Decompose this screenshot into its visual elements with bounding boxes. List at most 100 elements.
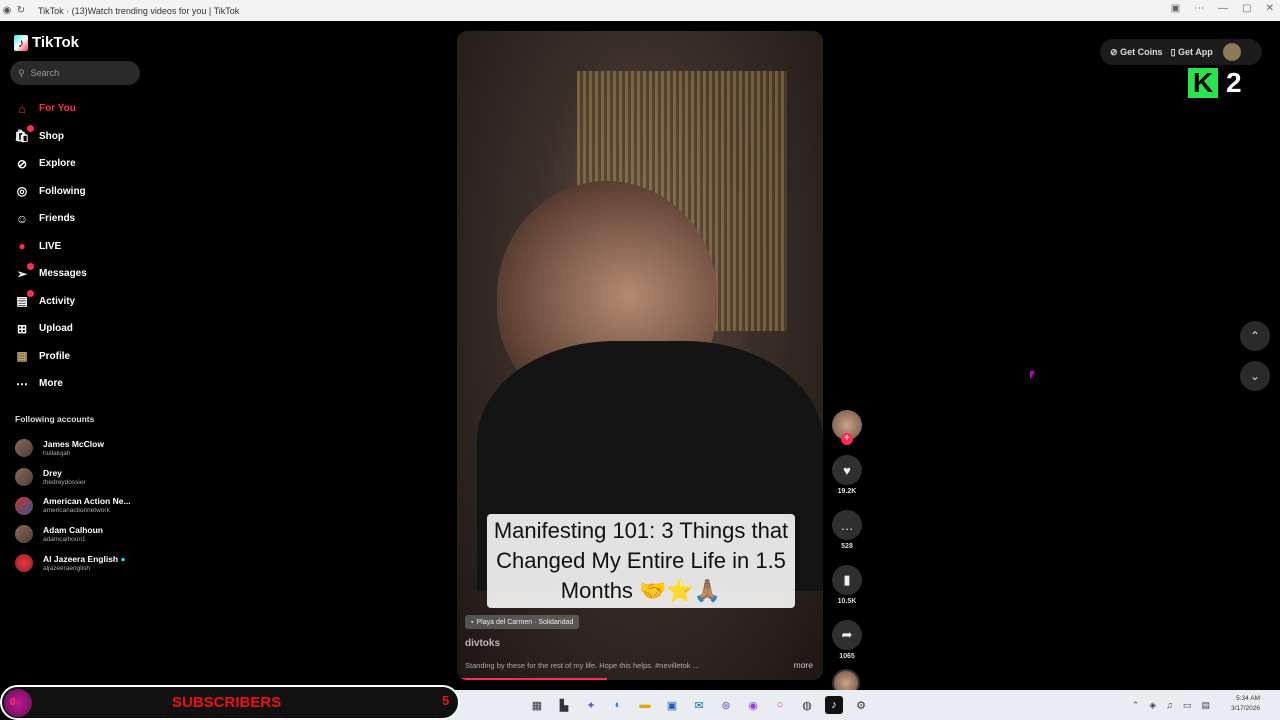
account-name: Drey	[43, 467, 62, 478]
video-author[interactable]: divtoks	[465, 638, 500, 649]
following-avatar-icon: ◎	[16, 184, 28, 199]
share-action[interactable]: ➦ 1065	[832, 620, 862, 660]
verified-icon: ●	[120, 553, 126, 564]
following-account[interactable]: American Action Ne... americanactionnetwo…	[15, 491, 131, 520]
nav-label: Profile	[39, 350, 71, 362]
widgets-icon[interactable]: ▦	[528, 696, 546, 714]
store-icon[interactable]: ▣	[663, 696, 681, 714]
more-link[interactable]: more	[794, 660, 813, 670]
nav-label: Shop	[39, 130, 64, 142]
location-pin-icon: ▪	[471, 618, 474, 626]
comment-icon[interactable]: …	[832, 510, 862, 540]
get-coins-button[interactable]: ⊘ Get Coins	[1110, 47, 1163, 58]
nav-item-explore[interactable]: ⊘ Explore	[14, 150, 87, 178]
nav-item-following[interactable]: ◎ Following	[14, 178, 87, 206]
avatar	[15, 554, 33, 573]
chevron-down-icon: ⌄	[1249, 369, 1261, 383]
snap-icon[interactable]: ▙	[555, 696, 573, 714]
subscribers-count: 5	[442, 693, 450, 708]
nav-item-live[interactable]: ● LIVE	[14, 233, 87, 261]
close-button[interactable]: ✕	[1266, 3, 1274, 14]
logo-text: TikTok	[32, 34, 79, 51]
chrome-icon[interactable]: ◍	[798, 696, 816, 714]
bookmark-icon[interactable]: ▮	[832, 565, 862, 595]
previous-video-button[interactable]: ⌃	[1240, 321, 1270, 351]
settings-icon[interactable]: ⚙	[852, 696, 870, 714]
copilot-icon[interactable]: ✦	[582, 696, 600, 714]
location-tag[interactable]: ▪ Playa del Carmen · Solidaridad	[465, 615, 580, 629]
nav-item-upload[interactable]: ⊞ Upload	[14, 315, 87, 343]
tiktok-taskbar-icon[interactable]: ♪	[825, 696, 843, 714]
account-handle: adamcalhoun1	[43, 535, 86, 543]
battery-icon[interactable]: ▭	[1183, 700, 1192, 711]
nav-label: Following	[39, 185, 86, 197]
share-count: 1065	[839, 653, 855, 660]
account-name: James McClow	[43, 438, 104, 449]
nav-label: LIVE	[39, 240, 62, 252]
taskbar-clock[interactable]: 5:34 AM 3/17/2026	[1231, 694, 1260, 714]
like-action[interactable]: ♥ 19.2K	[832, 455, 862, 495]
file-explorer-icon[interactable]: ▬	[636, 696, 654, 714]
next-video-button[interactable]: ⌄	[1240, 361, 1270, 391]
account-handle: aljazeeraenglish	[43, 564, 90, 572]
following-account[interactable]: Adam Calhoun adamcalhoun1	[15, 520, 131, 549]
refresh-icon[interactable]: ↻	[14, 5, 28, 16]
volume-icon[interactable]: ♫	[1166, 700, 1173, 711]
nav-item-shop[interactable]: 🛍 Shop	[14, 123, 87, 151]
nav-label: Friends	[39, 213, 76, 225]
shopping-bag-icon: 🛍	[14, 125, 34, 144]
share-arrow-icon[interactable]: ➦	[832, 620, 862, 650]
messenger-icon[interactable]: ◉	[744, 696, 762, 714]
search-input[interactable]: ⚲ Search	[10, 61, 140, 85]
save-action[interactable]: ▮ 10.5K	[832, 565, 862, 605]
following-account[interactable]: Drey thedreydossier	[15, 463, 131, 492]
account-handle: hullalujah	[43, 449, 71, 457]
friends-icon: ☺	[15, 211, 29, 226]
outlook-icon[interactable]: ✉	[690, 696, 708, 714]
video-progress-bar[interactable]	[457, 678, 608, 680]
following-accounts-list: James McClow hullalujah Drey thedreydossie…	[15, 434, 131, 577]
teams-icon[interactable]: ⊛	[717, 696, 735, 714]
search-placeholder: Search	[30, 68, 60, 78]
nav-label: Explore	[39, 158, 76, 170]
creator-avatar[interactable]: +	[832, 410, 862, 445]
comment-action[interactable]: … 528	[832, 510, 862, 550]
subscribers-label: SUBSCRIBERS	[172, 694, 282, 711]
get-app-label: Get App	[1178, 46, 1213, 57]
tab-layout-icon[interactable]: ▣	[1171, 3, 1180, 14]
edge-icon[interactable]: ◐	[609, 696, 627, 714]
nav-label: Messages	[39, 268, 87, 280]
video-description: Standing by these for the rest of my lif…	[465, 661, 699, 670]
menu-icon[interactable]: ⋯	[1194, 3, 1204, 14]
network-icon[interactable]: ◈	[1149, 700, 1156, 711]
chevron-up-icon: ⌃	[1249, 329, 1261, 343]
video-player[interactable]: Manifesting 101: 3 Things that Changed M…	[457, 31, 823, 680]
nav-item-messages[interactable]: ➢ Messages	[14, 260, 87, 288]
notification-icon[interactable]: ▤	[1201, 700, 1210, 711]
record-icon[interactable]: ○	[771, 696, 789, 714]
user-avatar[interactable]	[1222, 43, 1241, 61]
chevron-up-icon[interactable]: ⌃	[1132, 700, 1140, 711]
account-name: Al Jazeera English ●	[43, 554, 126, 564]
tiktok-note-icon: ♪	[14, 34, 28, 51]
minimize-button[interactable]: —	[1218, 3, 1228, 14]
kick-logo-icon: K	[1188, 68, 1218, 98]
nav-item-friends[interactable]: ☺ Friends	[14, 205, 87, 233]
nav-item-profile[interactable]: ▦ Profile	[14, 343, 87, 371]
notification-dot	[27, 262, 34, 270]
following-accounts-heading: Following accounts	[15, 414, 95, 424]
video-caption-overlay: Manifesting 101: 3 Things that Changed M…	[487, 514, 795, 608]
nav-item-for-you[interactable]: ⌂ For You	[14, 95, 87, 123]
maximize-button[interactable]: ▢	[1242, 3, 1251, 14]
notification-dot	[27, 290, 34, 298]
nav-item-activity[interactable]: ▤ Activity	[14, 288, 87, 316]
follow-plus-icon[interactable]: +	[841, 433, 853, 445]
get-app-button[interactable]: ▯ Get App	[1171, 47, 1213, 58]
nav-item-more[interactable]: ⋯ More	[14, 370, 87, 398]
home-icon: ⌂	[18, 101, 26, 116]
action-rail: + ♥ 19.2K … 528 ▮ 10.5K ➦ 1065	[832, 410, 862, 697]
following-account[interactable]: Al Jazeera English ● aljazeeraenglish	[15, 549, 131, 578]
tiktok-logo[interactable]: ♪ TikTok	[14, 34, 79, 51]
heart-icon[interactable]: ♥	[832, 455, 862, 485]
following-account[interactable]: James McClow hullalujah	[15, 434, 131, 463]
